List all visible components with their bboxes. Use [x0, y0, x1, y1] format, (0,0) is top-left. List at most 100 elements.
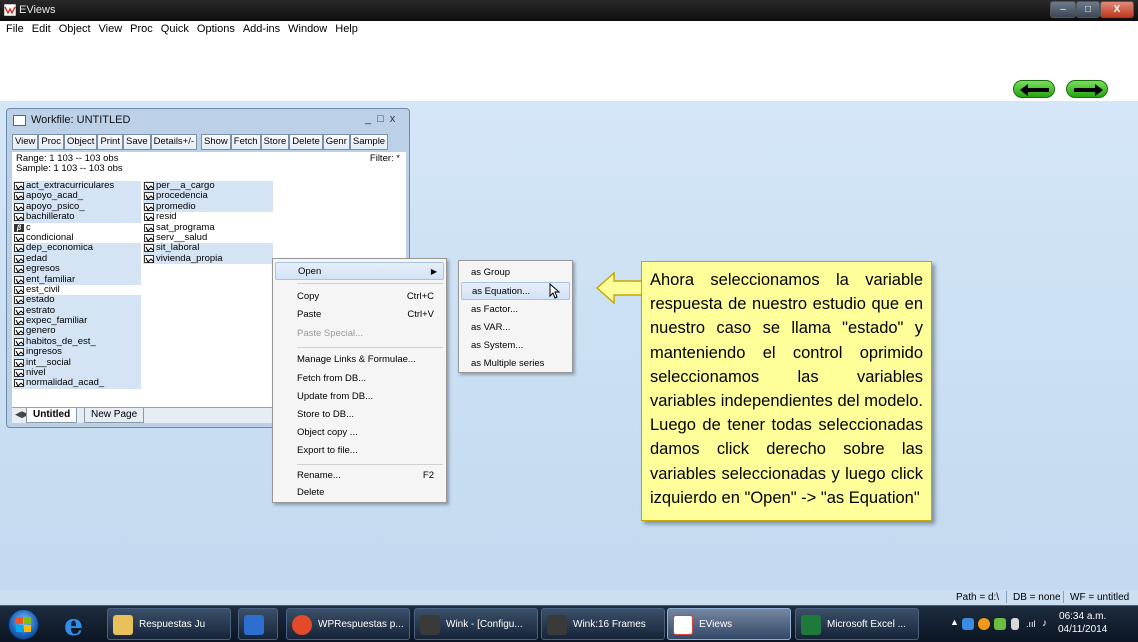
series-icon: [144, 182, 155, 190]
toolbar-genr-button[interactable]: Genr: [322, 134, 350, 150]
series-name: bachillerato: [26, 211, 75, 223]
coefficient-icon: β: [14, 223, 24, 232]
workfile-title-text: Workfile: UNTITLED: [31, 114, 131, 126]
workfile-series-item[interactable]: normalidad_acad_: [13, 378, 141, 389]
series-icon: [14, 213, 25, 222]
series-icon: [144, 244, 155, 253]
menu-view[interactable]: View: [95, 21, 127, 35]
menu-help[interactable]: Help: [331, 21, 362, 35]
toolbar-details-button[interactable]: Details+/-: [150, 134, 198, 150]
menu-window[interactable]: Window: [284, 21, 331, 35]
update-icon[interactable]: [978, 618, 990, 630]
menu-item-object-copy[interactable]: Object copy ...: [275, 424, 444, 442]
clock-time: 06:34 a.m.: [1059, 611, 1107, 622]
series-icon: [14, 202, 25, 211]
taskbar-button-media[interactable]: [238, 608, 278, 640]
series-icon: [14, 296, 25, 305]
taskbar-button-chrome[interactable]: WPRespuestas p...: [286, 608, 410, 640]
series-name: promedio: [156, 200, 196, 212]
network-icon[interactable]: .ııl: [1026, 618, 1038, 630]
series-name: apoyo_acad_: [26, 190, 84, 202]
menu-item-store-to-db[interactable]: Store to DB...: [275, 406, 444, 424]
submenu-arrow-icon: ▶: [430, 267, 437, 276]
menu-item-paste-special: Paste Special...: [275, 325, 444, 343]
menu-item-paste[interactable]: Paste Ctrl+V: [275, 306, 444, 324]
menu-item-copy[interactable]: Copy Ctrl+C: [275, 288, 444, 306]
taskbar-button-excel[interactable]: Microsoft Excel ...: [795, 608, 919, 640]
taskbar-button-wink-frames[interactable]: Wink:16 Frames: [541, 608, 665, 640]
series-icon: [14, 337, 25, 346]
menu-object[interactable]: Object: [55, 21, 95, 35]
tray-expand-icon[interactable]: ▲: [950, 617, 959, 627]
series-name: apoyo_psico_: [26, 200, 85, 212]
menu-item-fetch-from-db[interactable]: Fetch from DB...: [275, 370, 444, 388]
toolbar-show-button[interactable]: Show: [201, 134, 231, 150]
taskbar-button-label: Wink - [Configu...: [446, 619, 523, 630]
series-icon: [144, 192, 155, 201]
system-clock[interactable]: 06:34 a.m. 04/11/2014: [1058, 610, 1107, 636]
taskbar-button-wink-config[interactable]: Wink - [Configu...: [414, 608, 538, 640]
menu-edit[interactable]: Edit: [28, 21, 55, 35]
toolbar-delete-button[interactable]: Delete: [289, 134, 323, 150]
series-name: c: [26, 221, 31, 233]
series-name: ingresos: [26, 346, 62, 358]
minimize-button[interactable]: –: [1050, 1, 1076, 18]
workfile-series-item[interactable]: vivienda_propia: [143, 253, 273, 265]
tab-new-page[interactable]: New Page: [84, 408, 145, 423]
status-db: DB = none: [1013, 592, 1061, 603]
toolbar-object-button[interactable]: Object: [63, 134, 98, 150]
menu-item-export-to-file[interactable]: Export to file...: [275, 442, 444, 460]
windows-logo-icon: [16, 617, 31, 632]
menu-proc[interactable]: Proc: [126, 21, 157, 35]
tab-untitled[interactable]: Untitled: [26, 408, 78, 423]
menu-add-ins[interactable]: Add-ins: [239, 21, 284, 35]
menu-item-rename[interactable]: Rename... F2: [275, 467, 444, 485]
menu-item-shortcut: Ctrl+C: [406, 291, 434, 302]
flag-icon[interactable]: [994, 618, 1006, 630]
filter-text[interactable]: Filter: *: [370, 153, 400, 164]
menu-item-manage-links[interactable]: Manage Links & Formulae...: [275, 351, 444, 369]
taskbar-button-respuestas[interactable]: Respuestas Ju: [107, 608, 231, 640]
media-player-icon: [244, 615, 264, 635]
toolbar-print-button[interactable]: Print: [97, 134, 123, 150]
toolbar-save-button[interactable]: Save: [122, 134, 151, 150]
series-icon: [14, 369, 25, 378]
menu-item-open[interactable]: Open ▶: [275, 262, 444, 280]
workfile-window-controls[interactable]: _□x: [365, 113, 401, 125]
taskbar-button-eviews[interactable]: EViews: [667, 608, 791, 640]
submenu-as-var[interactable]: as VAR...: [461, 319, 570, 337]
toolbar-view-button[interactable]: View: [12, 134, 39, 150]
forward-arrow-button[interactable]: [1066, 80, 1108, 98]
submenu-as-group[interactable]: as Group: [461, 264, 570, 282]
series-name: edad: [26, 252, 48, 264]
internet-explorer-pin[interactable]: e: [60, 608, 94, 642]
toolbar-sample-button[interactable]: Sample: [349, 134, 389, 150]
menu-quick[interactable]: Quick: [157, 21, 193, 35]
menu-item-shortcut: Ctrl+V: [407, 309, 434, 320]
series-name: egresos: [26, 263, 60, 275]
toolbar-proc-button[interactable]: Proc: [38, 134, 64, 150]
arrow-left-icon: [1020, 84, 1049, 96]
menu-options[interactable]: Options: [193, 21, 239, 35]
close-button[interactable]: X: [1100, 1, 1134, 18]
maximize-button[interactable]: □: [1076, 1, 1100, 18]
back-arrow-button[interactable]: [1013, 80, 1055, 98]
submenu-as-factor[interactable]: as Factor...: [461, 301, 570, 319]
menu-bar: File Edit Object View Proc Quick Options…: [0, 21, 1138, 39]
menu-file[interactable]: File: [0, 21, 28, 35]
toolbar-store-button[interactable]: Store: [260, 134, 290, 150]
submenu-as-multiple-series[interactable]: as Multiple series: [461, 355, 570, 373]
status-bar: Path = d:\ DB = none WF = untitled: [0, 590, 1138, 605]
menu-item-delete[interactable]: Delete: [275, 484, 444, 502]
volume-icon[interactable]: ♪: [1042, 618, 1054, 630]
workfile-series-item[interactable]: bachillerato: [13, 211, 141, 223]
series-icon: [14, 327, 25, 336]
submenu-as-system[interactable]: as System...: [461, 337, 570, 355]
command-window[interactable]: [0, 39, 1138, 101]
dropbox-icon[interactable]: [962, 618, 974, 630]
series-icon: [14, 285, 25, 294]
menu-item-update-from-db[interactable]: Update from DB...: [275, 388, 444, 406]
toolbar-fetch-button[interactable]: Fetch: [230, 134, 261, 150]
battery-icon[interactable]: [1011, 618, 1019, 630]
series-icon: [14, 348, 25, 357]
